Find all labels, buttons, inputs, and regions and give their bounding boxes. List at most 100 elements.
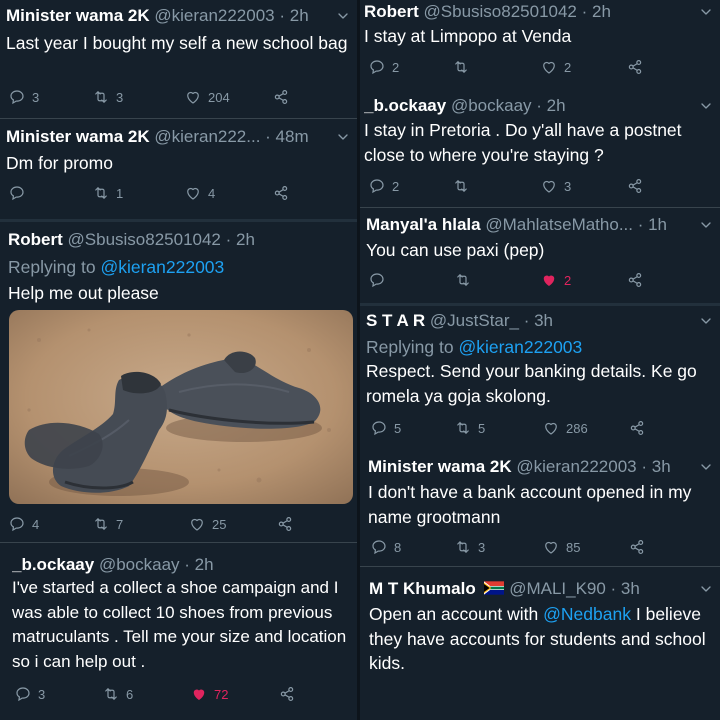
reply-button[interactable]: 3	[8, 88, 39, 106]
share-button[interactable]	[276, 515, 294, 533]
tweet-text: You can use paxi (pep)	[366, 240, 545, 260]
retweet-button[interactable]: 3	[92, 88, 123, 106]
display-name[interactable]: Robert	[8, 230, 63, 249]
tweet-header: _b.ockaay @bockaay · 2h	[12, 555, 347, 575]
reply-count: 2	[392, 178, 400, 194]
handle-and-time: @kieran222003 · 2h	[154, 6, 309, 25]
tweet-header: _b.ockaay @bockaay · 2h	[364, 96, 710, 116]
display-name[interactable]: M T Khumalo	[369, 579, 476, 598]
chevron-down-icon[interactable]	[698, 98, 714, 114]
retweet-button[interactable]	[454, 271, 478, 289]
display-name[interactable]: Manyal'a hlala	[366, 215, 481, 234]
chevron-down-icon[interactable]	[335, 129, 351, 145]
display-name[interactable]: S T A R	[366, 311, 425, 330]
tweet-actions: 2 3	[368, 177, 720, 199]
share-icon	[276, 515, 294, 533]
worn-out-school-shoes-photo[interactable]	[9, 310, 353, 504]
reply-button[interactable]: 8	[370, 538, 401, 556]
tweet[interactable]: Robert @Sbusiso82501042 · 2h I stay at L…	[360, 0, 720, 90]
retweet-icon	[92, 515, 110, 533]
reply-button[interactable]	[368, 271, 392, 289]
tweet-actions: 2 2	[368, 58, 720, 80]
reply-button[interactable]: 5	[370, 419, 401, 437]
like-button[interactable]: 286	[542, 419, 588, 437]
retweet-button[interactable]	[452, 177, 476, 195]
display-name[interactable]: _b.ockaay	[364, 96, 446, 115]
tweet-actions: 5 5 286	[370, 419, 720, 441]
reply-button[interactable]: 2	[368, 58, 399, 76]
retweet-icon	[452, 177, 470, 195]
chevron-down-icon[interactable]	[698, 4, 714, 20]
chevron-down-icon[interactable]	[698, 217, 714, 233]
reply-count: 8	[394, 539, 402, 555]
left-screenshot-panel: Minister wama 2K @kieran222003 · 2h Last…	[0, 0, 357, 720]
like-button[interactable]: 3	[540, 177, 571, 195]
like-button[interactable]: 204	[184, 88, 230, 106]
tweet-actions: 2	[368, 271, 720, 293]
tweet-actions: 3 6 72	[14, 685, 357, 707]
share-button[interactable]	[628, 419, 646, 437]
tweet[interactable]: Manyal'a hlala @MahlatseMatho... · 1h Yo…	[360, 208, 720, 303]
tweet[interactable]: Minister wama 2K @kieran222... · 48m Dm …	[0, 119, 357, 219]
reply-button[interactable]	[8, 184, 32, 202]
chevron-down-icon[interactable]	[698, 459, 714, 475]
tweet-text: Open an account with @Nedbank I believe …	[369, 602, 712, 676]
share-icon	[278, 685, 296, 703]
display-name[interactable]: Robert	[364, 2, 419, 21]
retweet-button[interactable]	[452, 58, 476, 76]
tweet[interactable]: S T A R @JustStar_ · 3h Replying to @kie…	[360, 306, 720, 446]
retweet-button[interactable]: 6	[102, 685, 133, 703]
share-button[interactable]	[626, 271, 644, 289]
tweet[interactable]: Minister wama 2K @kieran222003 · 3h I do…	[360, 446, 720, 566]
tweet-header: S T A R @JustStar_ · 3h	[366, 311, 710, 331]
mention-link[interactable]: @kieran222003	[458, 337, 582, 357]
chevron-down-icon[interactable]	[335, 8, 351, 24]
like-button[interactable]: 72	[190, 685, 228, 703]
tweet-text: Respect. Send your banking details. Ke g…	[366, 361, 697, 406]
share-button[interactable]	[272, 184, 290, 202]
tweet[interactable]: _b.ockaay @bockaay · 2h I stay in Pretor…	[360, 92, 720, 207]
tweet[interactable]: _b.ockaay @bockaay · 2h I've started a c…	[0, 543, 357, 720]
retweet-count: 3	[116, 89, 124, 105]
mention-link[interactable]: @Nedbank	[543, 604, 631, 624]
share-button[interactable]	[272, 88, 290, 106]
chevron-down-icon[interactable]	[698, 313, 714, 329]
tweet-header: Minister wama 2K @kieran222... · 48m	[6, 127, 347, 147]
display-name[interactable]: Minister wama 2K	[6, 127, 150, 146]
share-icon	[626, 58, 644, 76]
display-name[interactable]: _b.ockaay	[12, 555, 94, 574]
like-button[interactable]: 2	[540, 271, 571, 289]
like-button[interactable]: 25	[188, 515, 226, 533]
like-count: 25	[212, 516, 227, 532]
reply-button[interactable]: 4	[8, 515, 39, 533]
share-button[interactable]	[628, 538, 646, 556]
reply-icon	[370, 538, 388, 556]
retweet-button[interactable]: 5	[454, 419, 485, 437]
retweet-button[interactable]: 1	[92, 184, 123, 202]
handle-and-time: @kieran222... · 48m	[154, 127, 309, 146]
tweet[interactable]: Minister wama 2K @kieran222003 · 2h Last…	[0, 0, 357, 120]
replying-to: Replying to @kieran222003	[8, 255, 349, 280]
reply-icon	[368, 177, 386, 195]
reply-button[interactable]: 2	[368, 177, 399, 195]
share-button[interactable]	[278, 685, 296, 703]
display-name[interactable]: Minister wama 2K	[368, 457, 512, 476]
like-button[interactable]: 4	[184, 184, 215, 202]
display-name[interactable]: Minister wama 2K	[6, 6, 150, 25]
retweet-button[interactable]: 3	[454, 538, 485, 556]
tweet[interactable]: Robert @Sbusiso82501042 · 2h Replying to…	[0, 222, 357, 540]
replying-to: Replying to @kieran222003	[366, 335, 712, 360]
like-button[interactable]: 85	[542, 538, 580, 556]
south-africa-flag	[484, 581, 505, 595]
reply-icon	[8, 184, 26, 202]
tweet[interactable]: M T Khumalo @MALI_K90 · 3h Open an accou…	[360, 567, 720, 720]
share-button[interactable]	[626, 177, 644, 195]
chevron-down-icon[interactable]	[698, 581, 714, 597]
reply-button[interactable]: 3	[14, 685, 45, 703]
tweet-text: I stay in Pretoria . Do y'all have a pos…	[364, 120, 682, 165]
mention-link[interactable]: @kieran222003	[100, 257, 224, 277]
share-button[interactable]	[626, 58, 644, 76]
retweet-button[interactable]: 7	[92, 515, 123, 533]
like-button[interactable]: 2	[540, 58, 571, 76]
tweet-header: Robert @Sbusiso82501042 · 2h	[8, 230, 347, 250]
